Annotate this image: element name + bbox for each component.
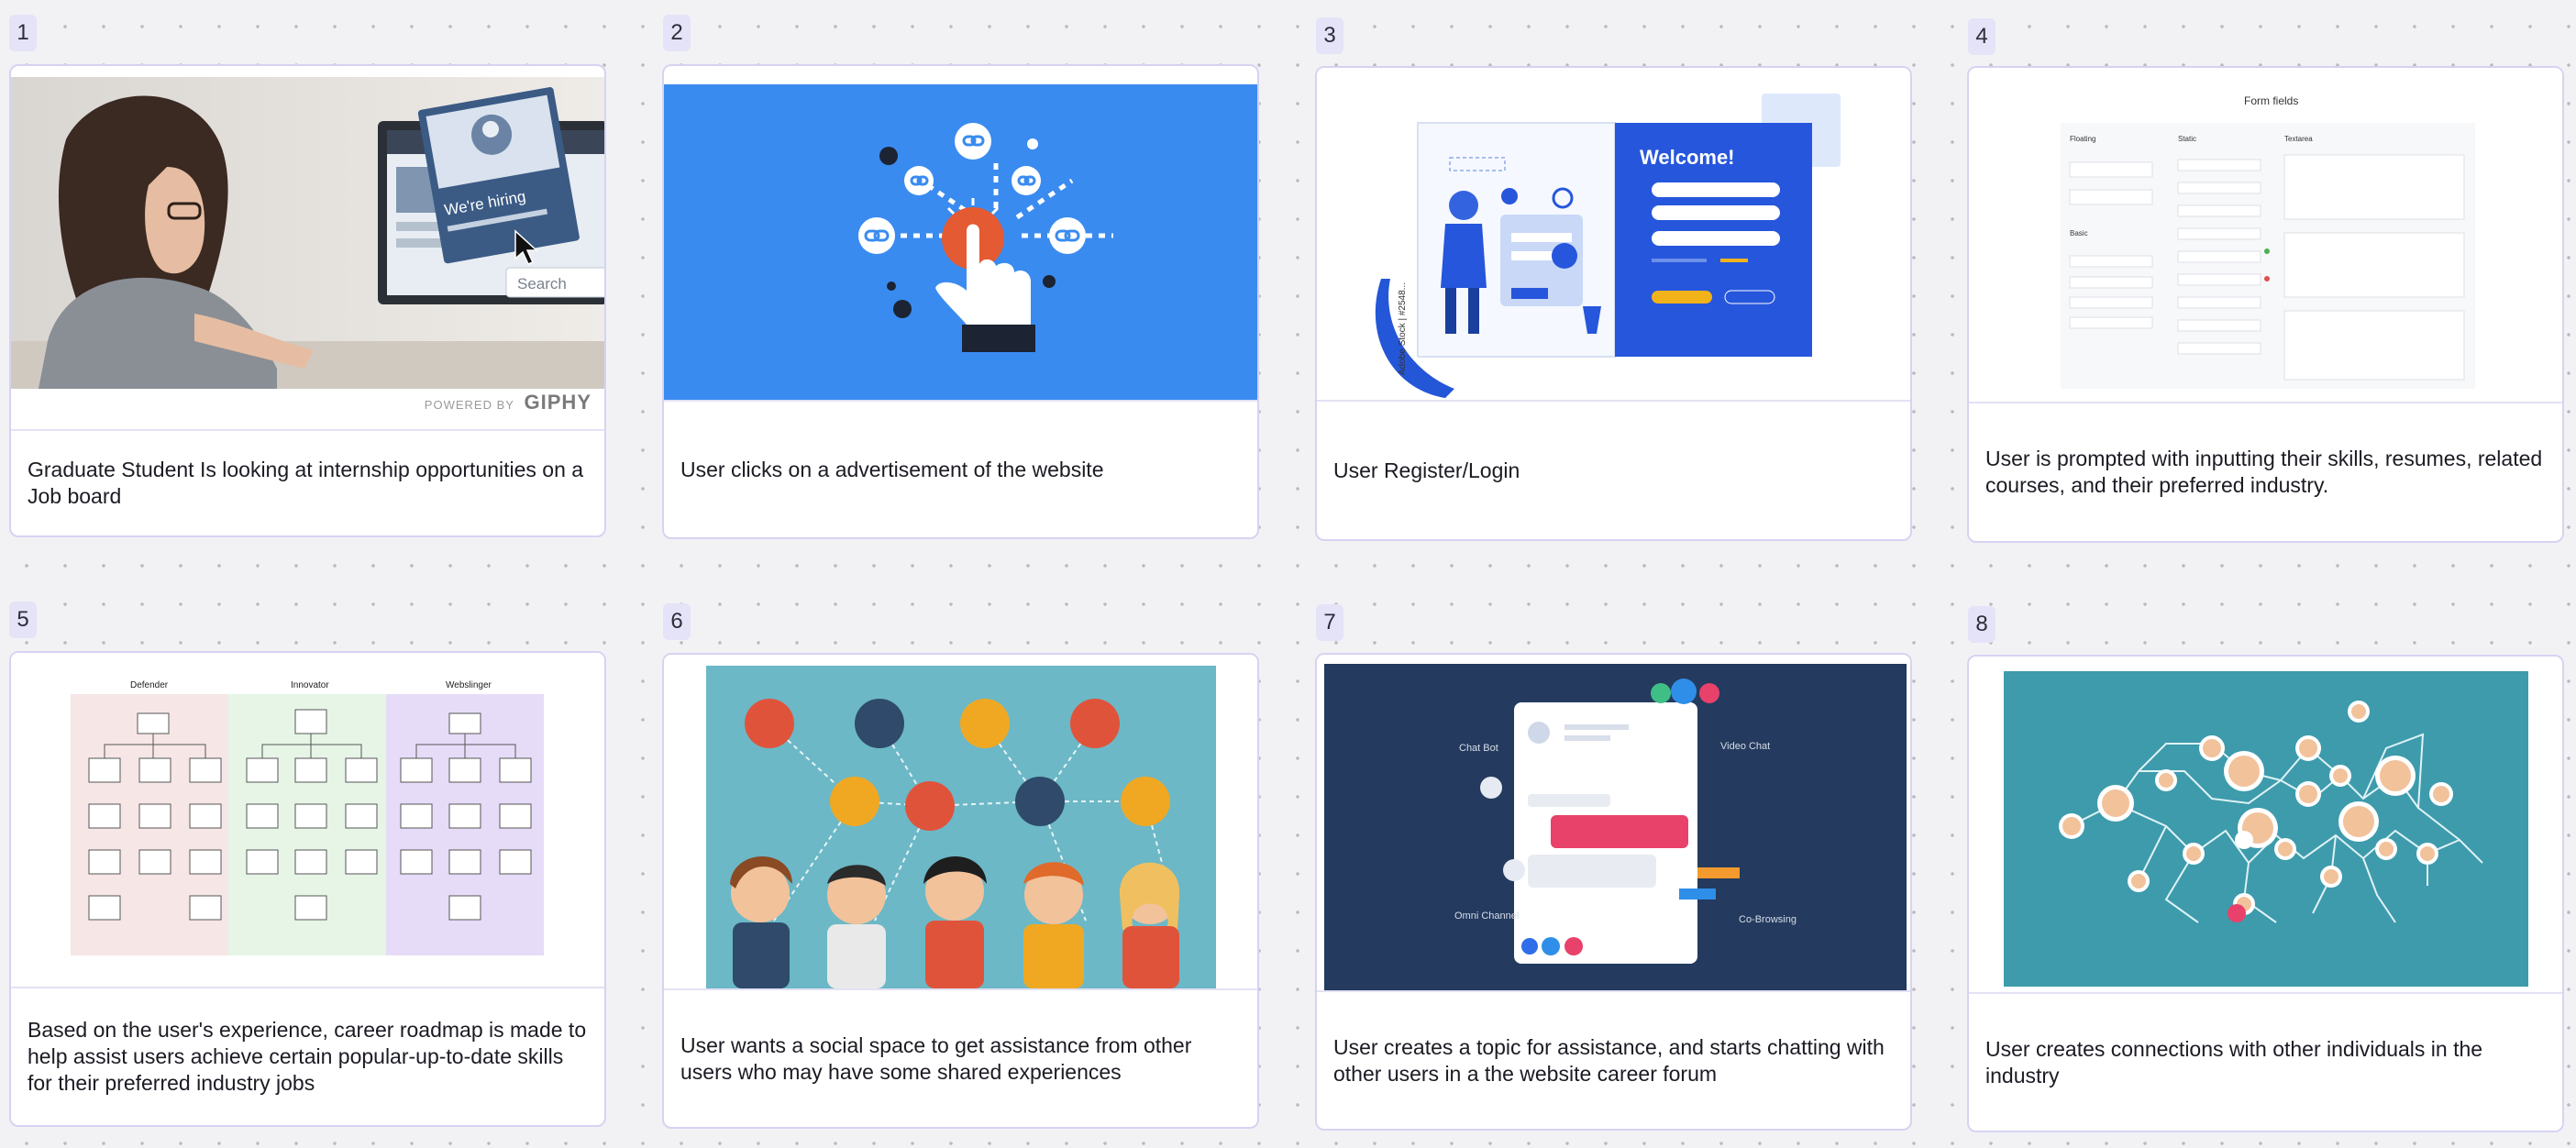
- login-screen-image: Welcome! Adobe Stock | #2548...: [1317, 68, 1910, 402]
- basic-col: Basic: [2070, 229, 2088, 237]
- storyboard-card-7[interactable]: Chat Bot Video Chat Omni Channel Co-Brow…: [1315, 653, 1912, 1131]
- card-caption: User creates a topic for assistance, and…: [1317, 990, 1910, 1129]
- search-text: Search: [517, 275, 567, 293]
- storyboard-card-2[interactable]: User clicks on a advertisement of the we…: [662, 64, 1259, 539]
- storyboard-card-4[interactable]: Form fields Floating Static Textarea Bas…: [1967, 66, 2564, 543]
- storyboard-card-5[interactable]: Defender Innovator Webslinger Based on t…: [9, 651, 606, 1127]
- card-caption: Based on the user's experience, career r…: [11, 987, 604, 1125]
- hand-clicking-link-image: [664, 84, 1257, 402]
- video-chat-label: Video Chat: [1720, 741, 1770, 752]
- card-caption: User wants a social space to get assista…: [664, 988, 1257, 1127]
- storyboard-card-3[interactable]: Welcome! Adobe Stock | #2548... User Reg…: [1315, 66, 1912, 541]
- chat-bot-label: Chat Bot: [1459, 743, 1498, 754]
- card-caption: User is prompted with inputting their sk…: [1969, 402, 2562, 541]
- innovator-col: Innovator: [291, 680, 329, 690]
- chat-forum-image: Chat Bot Video Chat Omni Channel Co-Brow…: [1317, 655, 1910, 992]
- defender-col: Defender: [130, 680, 169, 690]
- card-number: 6: [663, 603, 691, 640]
- card-number: 5: [9, 602, 37, 638]
- giphy-wordmark: GIPHY: [524, 391, 591, 414]
- career-roadmap-image: Defender Innovator Webslinger: [11, 653, 604, 988]
- card-number: 8: [1968, 606, 1996, 643]
- card-number: 7: [1316, 604, 1343, 641]
- floating-col: Floating: [2070, 135, 2095, 143]
- card-caption: User creates connections with other indi…: [1969, 992, 2562, 1131]
- card-number: 4: [1968, 18, 1996, 55]
- webslinger-col: Webslinger: [446, 680, 492, 690]
- storyboard-card-8[interactable]: User creates connections with other indi…: [1967, 655, 2564, 1132]
- storyboard-card-1[interactable]: We're hiring Search POWERED BY POWERED B…: [9, 64, 606, 537]
- card-number: 3: [1316, 17, 1343, 54]
- static-col: Static: [2178, 135, 2196, 143]
- card-number: 2: [663, 15, 691, 51]
- woman-at-computer-image: We're hiring Search POWERED BY POWERED B…: [11, 66, 604, 414]
- omni-channel-label: Omni Channel: [1454, 911, 1519, 922]
- card-caption: Graduate Student Is looking at internshi…: [11, 429, 604, 535]
- form-title-text: Form fields: [2244, 94, 2298, 107]
- storyboard-card-6[interactable]: User wants a social space to get assista…: [662, 653, 1259, 1129]
- form-fields-image: Form fields Floating Static Textarea Bas…: [1969, 68, 2562, 403]
- welcome-text: Welcome!: [1640, 146, 1735, 169]
- giphy-logo: POWERED BY GIPHY: [425, 391, 591, 414]
- powered-by-label: POWERED BY: [424, 398, 514, 412]
- textarea-col: Textarea: [2284, 135, 2313, 143]
- card-caption: User clicks on a advertisement of the we…: [664, 400, 1257, 537]
- co-browsing-label: Co-Browsing: [1739, 914, 1797, 925]
- card-number: 1: [9, 15, 37, 51]
- card-caption: User Register/Login: [1317, 400, 1910, 539]
- adobe-stock-watermark: Adobe Stock | #2548...: [1398, 282, 1408, 375]
- world-network-image: [1969, 657, 2562, 994]
- social-network-people-image: [664, 655, 1257, 990]
